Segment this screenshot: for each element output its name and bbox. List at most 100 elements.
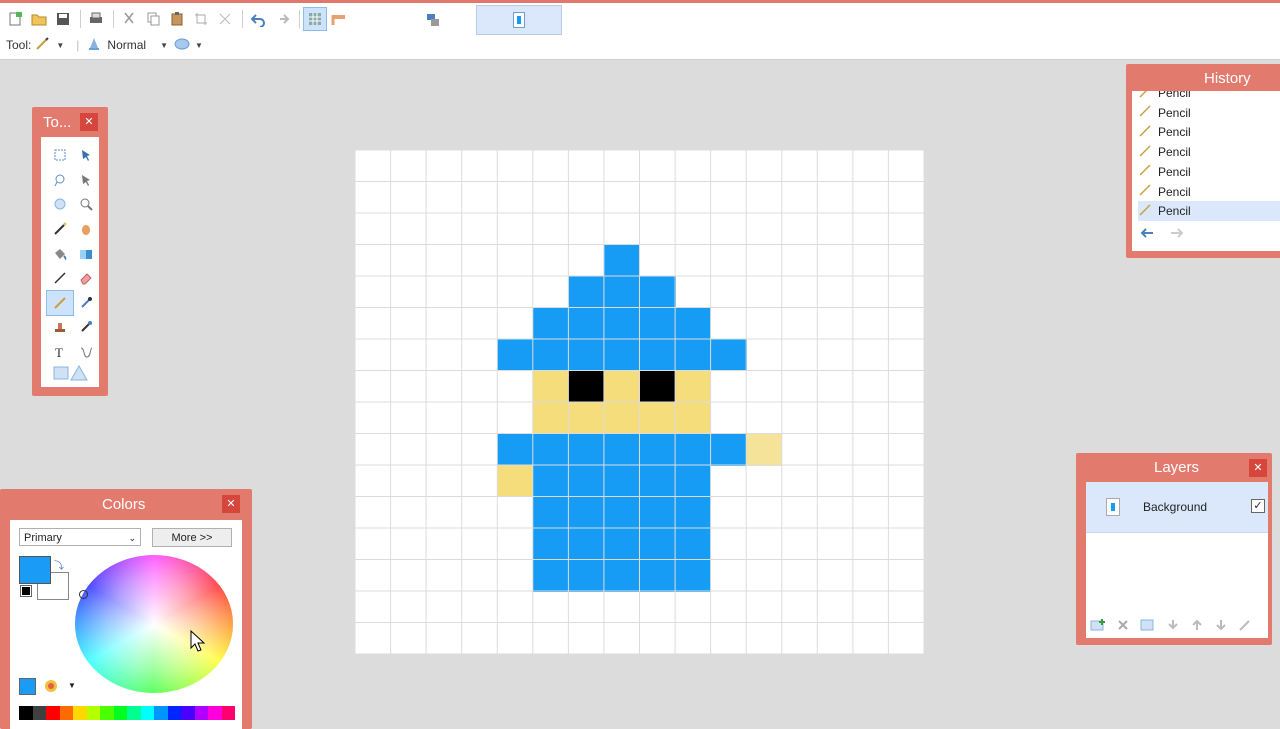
- tool-options-bar: Tool: ▼ | Normal ▼ ▼: [6, 35, 203, 55]
- color-wheel[interactable]: [75, 555, 233, 693]
- deselect-icon[interactable]: [214, 8, 236, 30]
- ellipse-select-icon[interactable]: [47, 192, 73, 217]
- shapes-icon[interactable]: [53, 364, 89, 385]
- new-file-icon[interactable]: [4, 8, 26, 30]
- palette-menu-icon[interactable]: [44, 679, 60, 696]
- zoom-icon[interactable]: [73, 192, 99, 217]
- pencil-icon: [1138, 104, 1154, 121]
- copy-icon[interactable]: [142, 8, 164, 30]
- tools-panel-body: T: [41, 137, 99, 387]
- recolor-icon[interactable]: [73, 315, 99, 340]
- undo-icon[interactable]: [247, 8, 269, 30]
- color-palette: [19, 706, 235, 720]
- palette-swatch[interactable]: [86, 706, 100, 720]
- history-item[interactable]: Pencil: [1138, 91, 1280, 103]
- drawing-canvas[interactable]: [355, 150, 924, 654]
- eraser-icon[interactable]: [73, 266, 99, 291]
- layer-row-background[interactable]: Background ✓: [1086, 482, 1268, 533]
- palette-swatch[interactable]: [73, 706, 87, 720]
- layers-toolbar: [1090, 618, 1252, 635]
- pencil-icon[interactable]: [46, 289, 74, 317]
- color-mode-select[interactable]: Primary ⌄: [19, 528, 141, 546]
- add-to-palette-icon[interactable]: [19, 678, 36, 695]
- close-icon[interactable]: ✕: [1249, 459, 1267, 477]
- grid-toggle-icon[interactable]: [303, 7, 327, 31]
- move-layer-up-icon[interactable]: [1190, 618, 1204, 635]
- add-layer-icon[interactable]: [1090, 618, 1106, 635]
- palette-swatch[interactable]: [194, 706, 208, 720]
- layer-visibility-checkbox[interactable]: ✓: [1251, 499, 1265, 513]
- image-thumbnail-icon: [513, 12, 525, 28]
- line-curve-icon[interactable]: [73, 340, 99, 365]
- close-icon[interactable]: ✕: [222, 495, 240, 513]
- history-list: Pencil Pencil Pencil Pencil Pencil Pencil Penc…: [1132, 91, 1280, 251]
- move-selected-icon[interactable]: [73, 168, 99, 193]
- lasso-select-icon[interactable]: [47, 168, 73, 193]
- main-toolbar: Tool: ▼ | Normal ▼ ▼: [0, 3, 1280, 60]
- open-file-icon[interactable]: [28, 8, 50, 30]
- chevron-down-icon[interactable]: ▼: [160, 41, 168, 50]
- gradient-icon[interactable]: [73, 241, 99, 266]
- image-tab[interactable]: [476, 5, 562, 35]
- delete-layer-icon[interactable]: [1116, 618, 1130, 635]
- merge-layer-icon[interactable]: [1166, 618, 1180, 635]
- blend-mode-label[interactable]: Normal: [107, 38, 146, 52]
- swap-colors-icon[interactable]: ⤵: [54, 557, 64, 572]
- paint-bucket-icon[interactable]: [47, 241, 73, 266]
- tools-panel-title: To...: [43, 114, 72, 131]
- palette-swatch[interactable]: [208, 706, 222, 720]
- clone-stamp-icon[interactable]: [47, 315, 73, 340]
- palette-swatch[interactable]: [221, 706, 235, 720]
- rectangle-select-icon[interactable]: [47, 143, 73, 168]
- color-wheel-marker[interactable]: [79, 590, 88, 599]
- history-item[interactable]: Pencil: [1138, 201, 1280, 222]
- palette-swatch[interactable]: [181, 706, 195, 720]
- palette-swatch[interactable]: [46, 706, 60, 720]
- crop-icon[interactable]: [190, 8, 212, 30]
- pencil-tool-icon[interactable]: [35, 36, 51, 54]
- cut-icon[interactable]: [118, 8, 140, 30]
- magic-wand-icon[interactable]: [47, 217, 73, 242]
- chevron-down-icon[interactable]: ▼: [68, 681, 76, 690]
- reset-colors-icon[interactable]: [20, 585, 32, 597]
- history-item[interactable]: Pencil: [1138, 122, 1280, 142]
- paintbrush-icon[interactable]: [47, 266, 73, 291]
- paste-icon[interactable]: [166, 8, 188, 30]
- history-item[interactable]: Pencil: [1138, 142, 1280, 162]
- undo-icon[interactable]: [1140, 227, 1156, 242]
- chevron-down-icon[interactable]: ▼: [56, 41, 64, 50]
- antialias-icon[interactable]: [174, 37, 190, 54]
- history-item[interactable]: Pencil: [1138, 162, 1280, 182]
- text-icon[interactable]: T: [47, 340, 73, 365]
- palette-swatch[interactable]: [19, 706, 33, 720]
- redo-icon[interactable]: [271, 8, 293, 30]
- move-layer-down-icon[interactable]: [1214, 618, 1228, 635]
- palette-swatch[interactable]: [167, 706, 181, 720]
- primary-color-swatch[interactable]: [19, 556, 51, 584]
- mouse-cursor-icon: [190, 629, 206, 655]
- pan-icon[interactable]: [73, 217, 99, 242]
- palette-swatch[interactable]: [100, 706, 114, 720]
- history-item[interactable]: Pencil: [1138, 103, 1280, 123]
- move-selection-icon[interactable]: [73, 143, 99, 168]
- palette-swatch[interactable]: [59, 706, 73, 720]
- window-layout-icon[interactable]: [422, 9, 444, 31]
- pencil-icon: [1138, 183, 1154, 200]
- palette-swatch[interactable]: [32, 706, 46, 720]
- redo-icon[interactable]: [1168, 227, 1184, 242]
- history-item[interactable]: Pencil: [1138, 182, 1280, 202]
- color-picker-icon[interactable]: [73, 291, 99, 316]
- layer-properties-icon[interactable]: [1238, 618, 1252, 635]
- palette-swatch[interactable]: [113, 706, 127, 720]
- close-icon[interactable]: ✕: [80, 113, 98, 131]
- more-colors-button[interactable]: More >>: [152, 528, 232, 547]
- palette-swatch[interactable]: [154, 706, 168, 720]
- chevron-down-icon[interactable]: ▼: [195, 41, 203, 50]
- save-icon[interactable]: [52, 8, 74, 30]
- palette-swatch[interactable]: [127, 706, 141, 720]
- palette-swatch[interactable]: [140, 706, 154, 720]
- history-item-label: Pencil: [1158, 204, 1191, 219]
- ruler-icon[interactable]: [328, 8, 350, 30]
- print-icon[interactable]: [85, 8, 107, 30]
- duplicate-layer-icon[interactable]: [1140, 618, 1156, 635]
